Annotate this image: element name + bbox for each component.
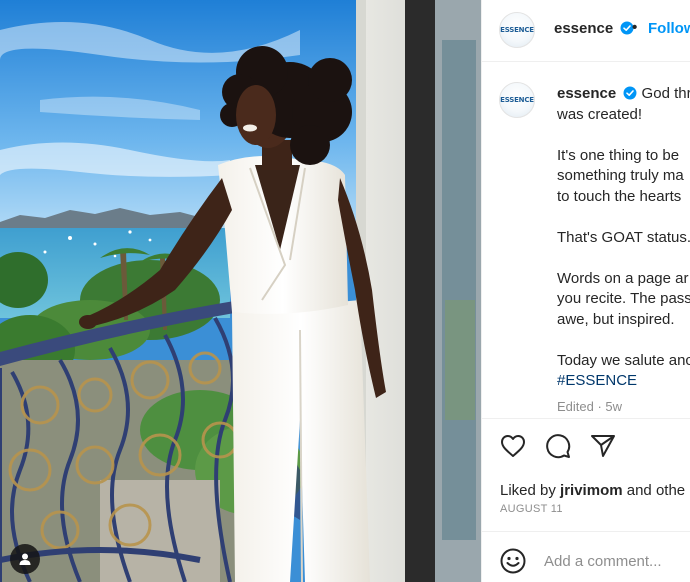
comment-button[interactable] bbox=[544, 432, 572, 460]
caption-text: Today we salute anc bbox=[557, 351, 690, 369]
post-caption: essence God thre was created! It's one t… bbox=[557, 84, 690, 392]
username-link[interactable]: essence bbox=[554, 20, 634, 37]
follow-button[interactable]: Follow bbox=[648, 20, 690, 37]
post-date[interactable]: AUGUST 11 bbox=[500, 503, 563, 515]
caption-line-1: essence God thre bbox=[557, 84, 690, 105]
caption-text: was created! bbox=[557, 105, 643, 123]
caption-avatar[interactable]: ESSENCE bbox=[499, 82, 535, 118]
likes-summary[interactable]: Liked by jrivimom and othe bbox=[500, 482, 685, 499]
share-icon bbox=[591, 435, 615, 457]
post-image bbox=[0, 0, 481, 582]
likes-suffix: and othe bbox=[622, 482, 686, 499]
username-label: essence bbox=[554, 20, 614, 37]
emoji-button[interactable] bbox=[499, 547, 527, 575]
likes-user-link[interactable]: jrivimom bbox=[560, 482, 623, 499]
emoji-icon bbox=[500, 548, 526, 574]
post-header: ESSENCE essence • Follow bbox=[482, 0, 690, 62]
comment-icon bbox=[546, 434, 571, 459]
post-side-panel: ESSENCE essence • Follow ESSENCE essence… bbox=[481, 0, 690, 582]
caption-text: something truly ma bbox=[557, 167, 684, 184]
verified-badge-icon bbox=[623, 86, 637, 100]
user-tag-icon bbox=[19, 553, 31, 565]
comment-input[interactable] bbox=[544, 550, 690, 572]
avatar-logo: ESSENCE bbox=[500, 26, 534, 34]
divider bbox=[482, 531, 690, 532]
caption-text: God thre bbox=[641, 85, 690, 102]
like-button[interactable] bbox=[499, 432, 527, 460]
caption-text: to touch the hearts bbox=[557, 187, 682, 205]
caption-text: you recite. The pass bbox=[557, 290, 690, 307]
hashtag-link[interactable]: #ESSENCE bbox=[557, 371, 690, 392]
caption-text: That's GOAT status. bbox=[557, 228, 690, 246]
caption-username[interactable]: essence bbox=[557, 85, 616, 102]
caption-text: It's one thing to be bbox=[557, 146, 680, 164]
tagged-users-button[interactable] bbox=[10, 544, 40, 574]
separator-dot: • bbox=[632, 19, 638, 36]
post-photo[interactable] bbox=[0, 0, 481, 582]
divider bbox=[482, 418, 690, 419]
caption-text: Words on a page ar bbox=[557, 269, 689, 287]
avatar-logo: ESSENCE bbox=[500, 96, 534, 104]
edited-timestamp[interactable]: Edited · 5w bbox=[557, 399, 622, 414]
heart-icon bbox=[501, 435, 525, 457]
caption-text: awe, but inspired. bbox=[557, 310, 675, 328]
avatar[interactable]: ESSENCE bbox=[499, 12, 535, 48]
share-button[interactable] bbox=[589, 432, 617, 460]
likes-prefix: Liked by bbox=[500, 482, 561, 499]
